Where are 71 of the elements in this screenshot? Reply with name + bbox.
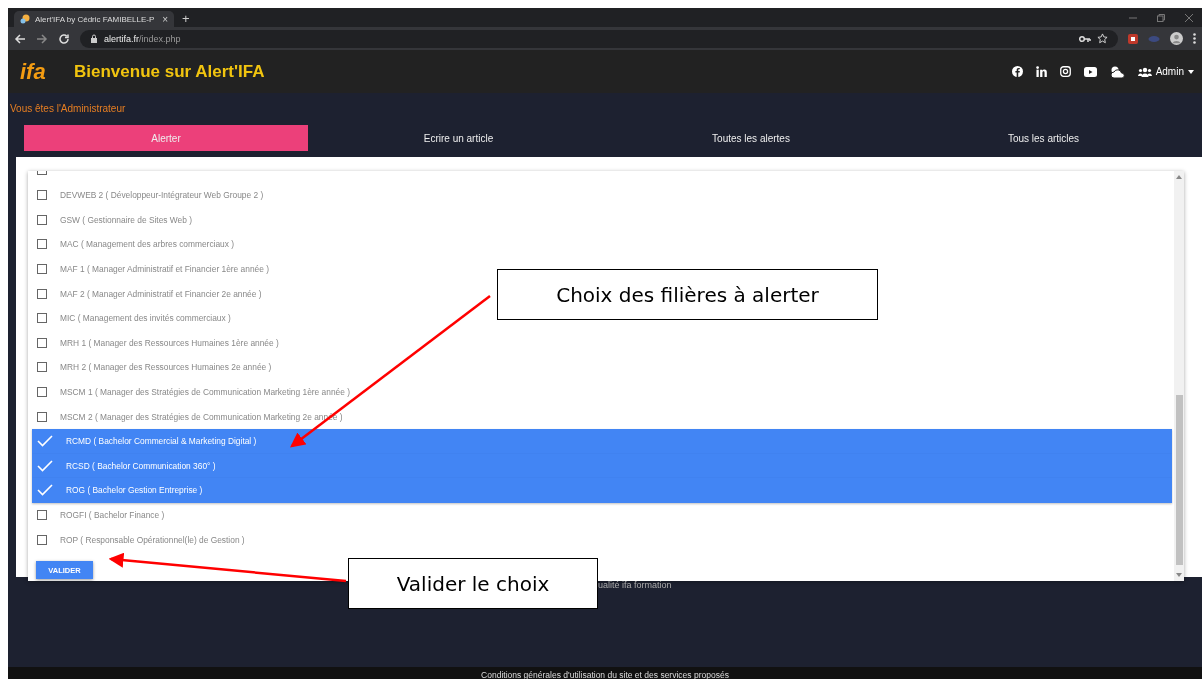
option-label: MRH 2 ( Manager des Ressources Humaines 2e année ): [60, 362, 272, 373]
address-field[interactable]: alertifa.fr/index.php: [80, 29, 1118, 48]
option-label: RCSD ( Bachelor Communication 360° ): [66, 460, 216, 471]
checkbox[interactable]: [37, 313, 47, 324]
youtube-icon[interactable]: [1083, 66, 1097, 77]
site-title: Bienvenue sur Alert'IFA: [74, 61, 265, 82]
selected-option-row[interactable]: RCSD ( Bachelor Communication 360° ): [32, 453, 1172, 479]
tab-title: Alert'IFA by Cédric FAMIBELLE-P: [35, 14, 156, 24]
option-label: GSW ( Gestionnaire de Sites Web ): [60, 214, 193, 225]
option-label: ROGFI ( Bachelor Finance ): [60, 510, 165, 520]
callout-box: Choix des filières à alerter: [497, 269, 878, 320]
option-label: MIC ( Management des invités commerciaux ): [60, 313, 231, 324]
option-label: MSCM 1 ( Manager des Stratégies de Communication Marketing 1ère année ): [60, 387, 350, 398]
extension-icon[interactable]: [1128, 33, 1138, 44]
url-text: alertifa.fr/index.php: [104, 33, 181, 44]
restore-icon[interactable]: [1156, 12, 1166, 23]
footer-link[interactable]: Conditions générales d'utilisation du site et des services proposés: [481, 669, 729, 679]
callout-box: Valider le choix: [348, 558, 598, 609]
checkbox[interactable]: [37, 534, 47, 545]
option-label: DEVWEB 2 ( Développeur-Intégrateur Web Groupe 2 ): [60, 190, 264, 201]
back-icon[interactable]: [14, 32, 26, 45]
checkbox-checked-icon[interactable]: [37, 435, 53, 448]
instagram-icon[interactable]: [1059, 66, 1071, 77]
option-label: MAC ( Management des arbres commerciaux ): [60, 239, 235, 250]
option-label: RCMD ( Bachelor Commercial & Marketing Digital ): [66, 436, 257, 447]
checkbox[interactable]: [37, 510, 47, 520]
scroll-up-icon[interactable]: [1176, 175, 1182, 179]
avatar-icon[interactable]: [1170, 32, 1183, 45]
checkbox[interactable]: [37, 214, 47, 225]
favicon-icon: [20, 14, 30, 24]
checkbox[interactable]: [37, 239, 47, 250]
linkedin-icon[interactable]: [1035, 66, 1047, 77]
checkbox[interactable]: [37, 411, 47, 422]
close-icon[interactable]: [1184, 12, 1194, 23]
lock-icon: [90, 34, 98, 43]
menu-icon[interactable]: [1193, 33, 1196, 44]
role-text: Vous êtes l'Administrateur: [10, 103, 127, 114]
scroll-down-icon[interactable]: [1176, 573, 1182, 577]
selected-option-row[interactable]: RCMD ( Bachelor Commercial & Marketing Digital ): [32, 428, 1172, 454]
checkbox[interactable]: [37, 362, 47, 373]
star-icon[interactable]: [1097, 33, 1108, 44]
admin-menu[interactable]: Admin: [1137, 66, 1194, 77]
caret-icon: [1188, 69, 1194, 74]
tab-close-button[interactable]: ×: [162, 13, 168, 25]
checkbox[interactable]: [37, 337, 47, 348]
selected-option-row[interactable]: ROG ( Bachelor Gestion Entreprise ): [32, 478, 1172, 503]
browser-tab[interactable]: Alert'IFA by Cédric FAMIBELLE-P ×: [14, 11, 174, 27]
option-label: MRH 1 ( Manager des Ressources Humaines 1ère année ): [60, 337, 279, 348]
nav-tab[interactable]: Toutes les alertes: [609, 125, 893, 151]
nav-tab[interactable]: Ecrire un article: [316, 125, 601, 151]
checkbox[interactable]: [37, 190, 47, 201]
forward-icon[interactable]: [36, 32, 48, 45]
checkbox[interactable]: [37, 264, 47, 275]
logo[interactable]: ifa: [20, 58, 74, 85]
option-label: MAF 2 ( Manager Administratif et Financier 2e année ): [60, 288, 262, 299]
option-label: ROP ( Responsable Opérationnel(le) de Gestion ): [60, 534, 245, 545]
background-text: ualité ifa formation: [598, 580, 672, 590]
option-label: MAF 1 ( Manager Administratif et Financier 1ère année ): [60, 264, 269, 275]
checkbox[interactable]: [37, 387, 47, 398]
checkbox-checked-icon[interactable]: [37, 459, 53, 472]
checkbox-checked-icon[interactable]: [37, 484, 53, 497]
new-tab-button[interactable]: +: [182, 11, 190, 27]
scrollbar[interactable]: [1174, 171, 1184, 581]
option-label: ROG ( Bachelor Gestion Entreprise ): [66, 485, 203, 496]
weather-icon[interactable]: [1109, 65, 1125, 78]
checkbox[interactable]: [37, 288, 47, 299]
reload-icon[interactable]: [58, 32, 70, 45]
key-icon[interactable]: [1079, 34, 1091, 43]
users-icon: [1137, 66, 1152, 77]
facebook-icon[interactable]: [1011, 66, 1023, 77]
nav-tab[interactable]: Tous les articles: [901, 125, 1186, 151]
